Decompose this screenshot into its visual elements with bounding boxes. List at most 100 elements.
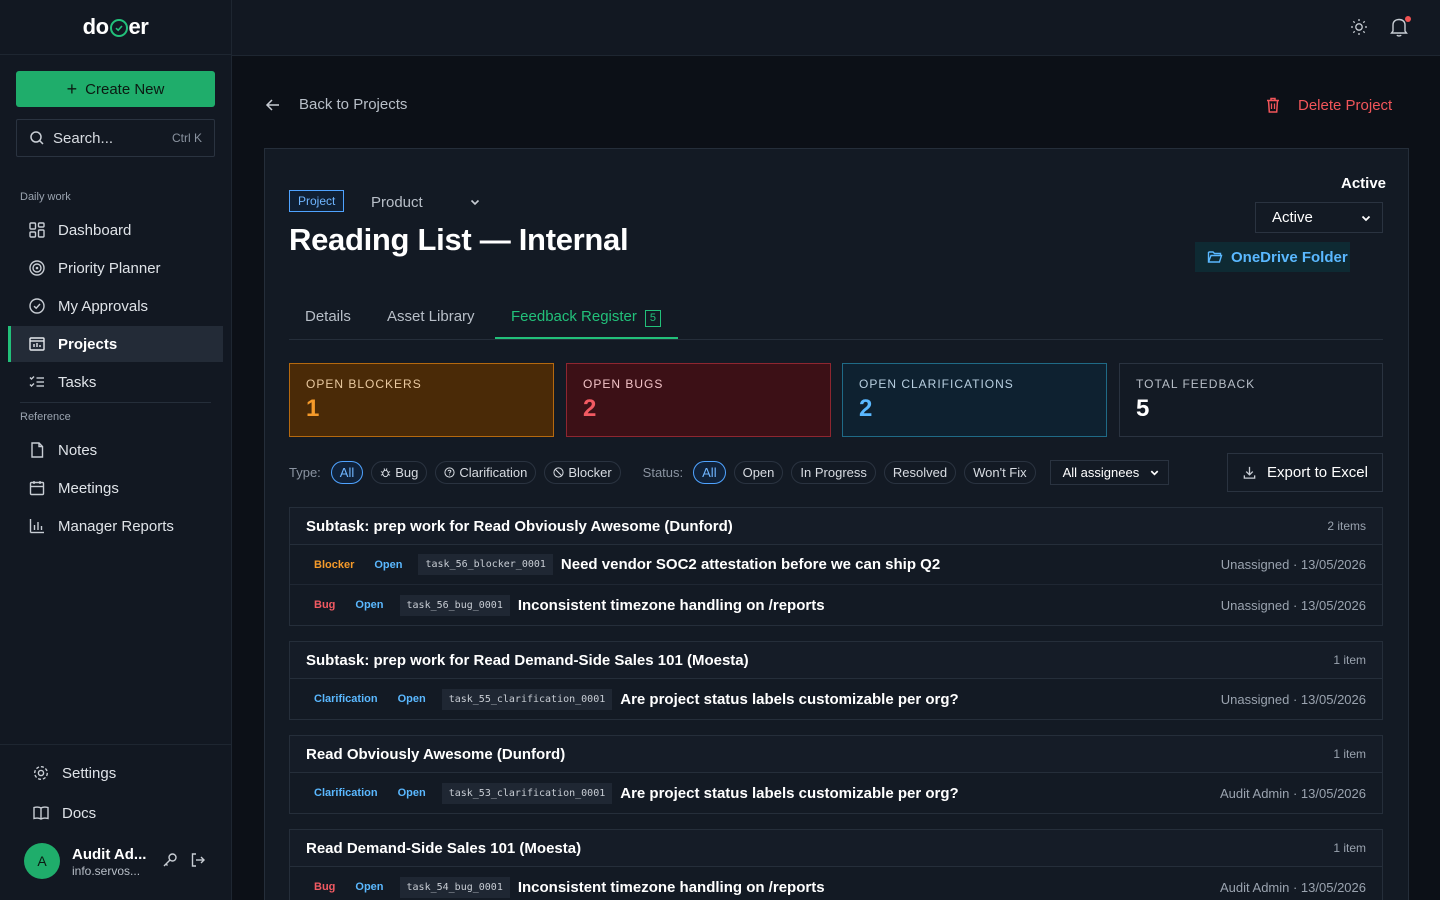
tab-feedback-register[interactable]: Feedback Register 5 — [511, 308, 662, 327]
feedback-title: Are project status labels customizable p… — [620, 784, 959, 802]
sidebar-item-label: Priority Planner — [58, 259, 161, 277]
type-filter-all[interactable]: All — [330, 460, 364, 484]
group-title: Read Demand-Side Sales 101 (Moesta) — [306, 839, 582, 857]
chevron-down-icon[interactable] — [469, 196, 481, 208]
status-filter-resolved[interactable]: Resolved — [883, 460, 957, 484]
feedback-row[interactable]: Clarification Open task_53_clarification… — [290, 773, 1382, 813]
arrow-left-icon — [265, 98, 279, 111]
search-input[interactable]: Search... Ctrl K — [16, 119, 215, 157]
feedback-status: Open — [355, 881, 384, 893]
assignee-value: All assignees — [1062, 464, 1140, 480]
book-icon — [33, 806, 49, 820]
key-icon[interactable] — [162, 852, 178, 868]
feedback-row[interactable]: Blocker Open task_56_blocker_0001 Need v… — [290, 545, 1382, 585]
bar-chart-icon — [29, 519, 44, 534]
top-bar — [232, 0, 1440, 56]
target-icon — [29, 260, 45, 276]
sidebar-item-priority-planner[interactable]: Priority Planner — [8, 250, 223, 286]
status-filter-all[interactable]: All — [693, 460, 726, 484]
sidebar-item-dashboard[interactable]: Dashboard — [8, 212, 223, 248]
tab-count-badge: 5 — [644, 310, 662, 327]
onedrive-folder-button[interactable]: OneDrive Folder — [1195, 242, 1350, 272]
feedback-status: Open — [397, 693, 426, 705]
sidebar-item-label: Notes — [58, 441, 98, 459]
feedback-group: Subtask: prep work for Read Obviously Aw… — [289, 507, 1383, 626]
create-new-button[interactable]: + Create New — [16, 71, 215, 107]
type-filter-blocker[interactable]: Blocker — [544, 460, 621, 484]
search-shortcut: Ctrl K — [172, 131, 202, 145]
feedback-meta: Unassigned · 13/05/2026 — [1220, 557, 1366, 572]
sidebar-item-manager-reports[interactable]: Manager Reports — [8, 508, 223, 544]
feedback-type: Blocker — [314, 558, 355, 571]
stat-label: OPEN BLOCKERS — [306, 377, 422, 391]
feedback-title: Are project status labels customizable p… — [620, 690, 959, 708]
feedback-id: task_53_clarification_0001 — [441, 782, 613, 804]
logout-icon[interactable] — [190, 852, 206, 868]
onedrive-label: OneDrive Folder — [1231, 248, 1348, 266]
status-filter-label: Status: — [642, 464, 684, 480]
feedback-row[interactable]: Clarification Open task_55_clarification… — [290, 679, 1382, 719]
sidebar-item-projects[interactable]: Projects — [8, 326, 223, 362]
status-select[interactable]: Active — [1255, 202, 1383, 233]
feedback-row[interactable]: Bug Open task_56_bug_0001 Inconsistent t… — [290, 585, 1382, 625]
group-header[interactable]: Subtask: prep work for Read Demand-Side … — [290, 642, 1382, 679]
sidebar-item-meetings[interactable]: Meetings — [8, 470, 223, 506]
group-header[interactable]: Subtask: prep work for Read Obviously Aw… — [290, 508, 1382, 545]
group-header[interactable]: Read Demand-Side Sales 101 (Moesta) 1 it… — [290, 830, 1382, 867]
feedback-id: task_56_bug_0001 — [399, 594, 510, 616]
feedback-group: Read Obviously Awesome (Dunford) 1 item … — [289, 735, 1383, 814]
plus-icon: + — [66, 79, 78, 99]
sidebar-item-tasks[interactable]: Tasks — [8, 364, 223, 400]
tab-details[interactable]: Details — [305, 308, 351, 325]
logo-prefix: do — [82, 14, 109, 39]
group-header[interactable]: Read Obviously Awesome (Dunford) 1 item — [290, 736, 1382, 773]
gear-icon — [33, 765, 49, 781]
status-label: Active — [1341, 175, 1387, 192]
stat-total-feedback: TOTAL FEEDBACK 5 — [1119, 363, 1383, 437]
avatar[interactable]: A — [24, 843, 60, 879]
export-to-excel-button[interactable]: Export to Excel — [1227, 453, 1383, 492]
assignee-select[interactable]: All assignees — [1049, 459, 1170, 485]
group-count: 2 items — [1327, 519, 1366, 533]
create-new-label: Create New — [85, 80, 165, 98]
search-placeholder: Search... — [53, 129, 114, 147]
trash-icon — [1267, 97, 1279, 113]
docs-link[interactable]: Docs — [32, 804, 96, 822]
user-actions — [162, 852, 206, 868]
folder-open-icon — [1207, 251, 1223, 263]
sidebar-item-notes[interactable]: Notes — [8, 432, 223, 468]
app-logo[interactable]: do er — [0, 0, 231, 55]
type-filter-bug[interactable]: Bug — [371, 460, 428, 484]
tab-asset-library[interactable]: Asset Library — [387, 308, 475, 325]
type-filter-clarification[interactable]: Clarification — [435, 460, 537, 484]
section-label-daily: Daily work — [20, 191, 71, 203]
stat-label: OPEN CLARIFICATIONS — [859, 377, 1014, 391]
sidebar-item-my-approvals[interactable]: My Approvals — [8, 288, 223, 324]
chip-label: Blocker — [568, 464, 612, 480]
feedback-meta: Audit Admin · 13/05/2026 — [1220, 879, 1366, 895]
status-filter-in-progress[interactable]: In Progress — [791, 460, 876, 484]
active-tab-indicator — [495, 337, 678, 339]
group-title: Subtask: prep work for Read Obviously Aw… — [306, 517, 733, 535]
status-filter-wont-fix[interactable]: Won't Fix — [964, 460, 1036, 484]
sidebar-item-label: Tasks — [58, 373, 97, 391]
delete-project-button[interactable]: Delete Project — [1264, 96, 1392, 114]
file-icon — [31, 442, 44, 458]
back-label: Back to Projects — [299, 96, 408, 113]
group-title: Subtask: prep work for Read Demand-Side … — [306, 651, 749, 669]
category-select[interactable]: Product — [371, 194, 423, 211]
status-filter-open[interactable]: Open — [733, 460, 784, 484]
stat-value: 5 — [1136, 395, 1150, 422]
user-name: Audit Ad... — [72, 846, 147, 863]
feedback-status: Open — [355, 599, 384, 611]
feedback-title: Need vendor SOC2 attestation before we c… — [560, 556, 941, 573]
settings-link[interactable]: Settings — [32, 764, 116, 782]
sidebar-item-label: Manager Reports — [58, 517, 174, 535]
sun-icon[interactable] — [1350, 18, 1368, 36]
feedback-row[interactable]: Bug Open task_54_bug_0001 Inconsistent t… — [290, 867, 1382, 900]
delete-label: Delete Project — [1298, 96, 1393, 114]
feedback-id: task_56_blocker_0001 — [418, 554, 553, 575]
back-to-projects-link[interactable]: Back to Projects — [265, 96, 407, 113]
settings-label: Settings — [62, 764, 117, 782]
stat-label: TOTAL FEEDBACK — [1136, 377, 1256, 391]
